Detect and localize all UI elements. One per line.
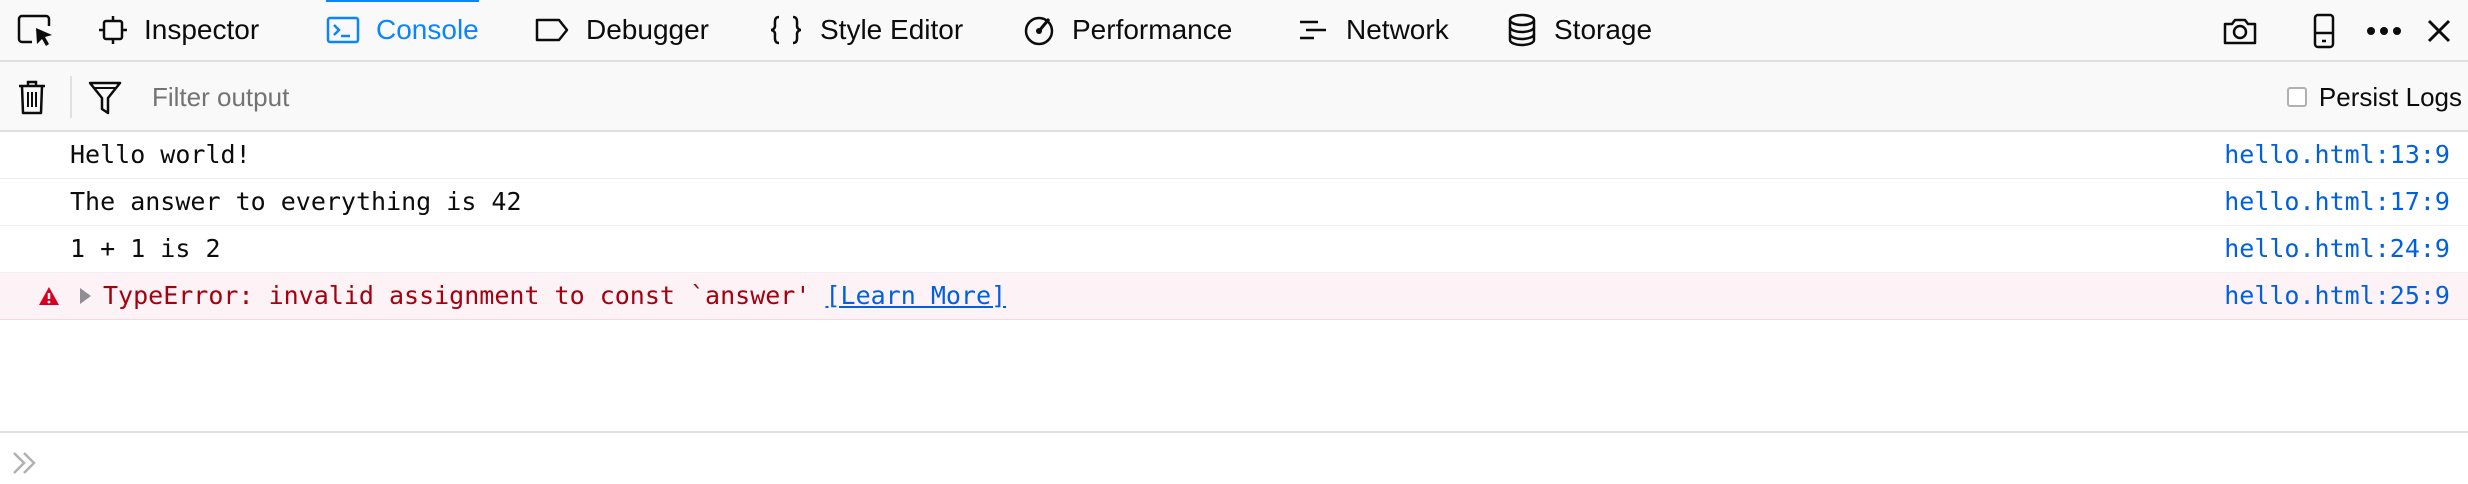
console-message: Hello world! hello.html:13:9 [0,132,2468,179]
console-output: Hello world! hello.html:13:9 The answer … [0,132,2468,320]
screenshot-button[interactable] [2220,12,2260,50]
tab-performance[interactable]: Performance [1022,0,1232,60]
close-icon [2427,19,2451,43]
element-picker-icon[interactable] [16,12,56,50]
console-message: 1 + 1 is 2 hello.html:24:9 [0,226,2468,273]
js-input[interactable] [60,439,2444,481]
console-message: The answer to everything is 42 hello.htm… [0,179,2468,226]
camera-icon [2223,18,2257,45]
network-icon [1300,20,1326,40]
error-warning-icon [39,287,59,305]
braces-icon [770,15,802,45]
devtools-tabbar: Inspector Console Debugger Style Editor … [0,0,2468,62]
message-location-link[interactable]: hello.html:25:9 [2224,273,2450,319]
tab-inspector[interactable]: Inspector [98,0,259,60]
persist-logs-checkbox[interactable] [2286,87,2307,107]
inspector-icon [99,16,127,44]
filter-output-input[interactable] [136,76,1768,118]
tab-debugger[interactable]: Debugger [534,0,709,60]
toolbar-divider [70,76,72,118]
learn-more-link[interactable]: [Learn More] [825,281,1006,310]
tab-label: Storage [1554,14,1653,45]
tab-console[interactable]: Console [326,0,479,60]
debugger-icon [535,18,569,42]
double-chevron-icon [13,452,36,474]
error-text: TypeError: invalid assignment to const `… [103,281,826,310]
tab-label: Inspector [144,14,260,45]
tab-label: Performance [1072,14,1233,45]
persist-logs-toggle[interactable]: Persist Logs [2286,76,2462,118]
responsive-mode-icon [2313,13,2335,49]
message-location-link[interactable]: hello.html:13:9 [2224,132,2450,178]
console-input-line [0,431,2468,484]
console-toolbar: Persist Logs [0,62,2468,132]
message-text: Hello world! [70,140,251,169]
storage-icon [1508,13,1536,47]
close-toolbox-button[interactable] [2422,12,2456,50]
more-options-button[interactable] [2364,12,2404,50]
message-text: TypeError: invalid assignment to const `… [103,273,1006,319]
tab-label: Network [1346,14,1449,45]
more-options-icon [2367,27,2401,35]
responsive-mode-button[interactable] [2306,12,2342,50]
message-text: 1 + 1 is 2 [70,234,221,263]
performance-icon [1024,16,1054,46]
expand-arrow-icon[interactable] [78,287,92,305]
tab-style-editor[interactable]: Style Editor [768,0,963,60]
tab-storage[interactable]: Storage [1506,0,1652,60]
tab-label: Style Editor [820,14,964,45]
message-location-link[interactable]: hello.html:24:9 [2224,226,2450,272]
tab-network[interactable]: Network [1296,0,1449,60]
message-location-link[interactable]: hello.html:17:9 [2224,179,2450,225]
message-text: The answer to everything is 42 [70,187,522,216]
trash-icon[interactable] [16,78,48,121]
tab-label: Debugger [586,14,709,45]
console-error-message: TypeError: invalid assignment to const `… [0,273,2468,320]
console-icon [326,16,360,44]
tab-label: Console [376,14,479,45]
filter-icon[interactable] [88,80,122,121]
persist-logs-label: Persist Logs [2318,81,2462,112]
